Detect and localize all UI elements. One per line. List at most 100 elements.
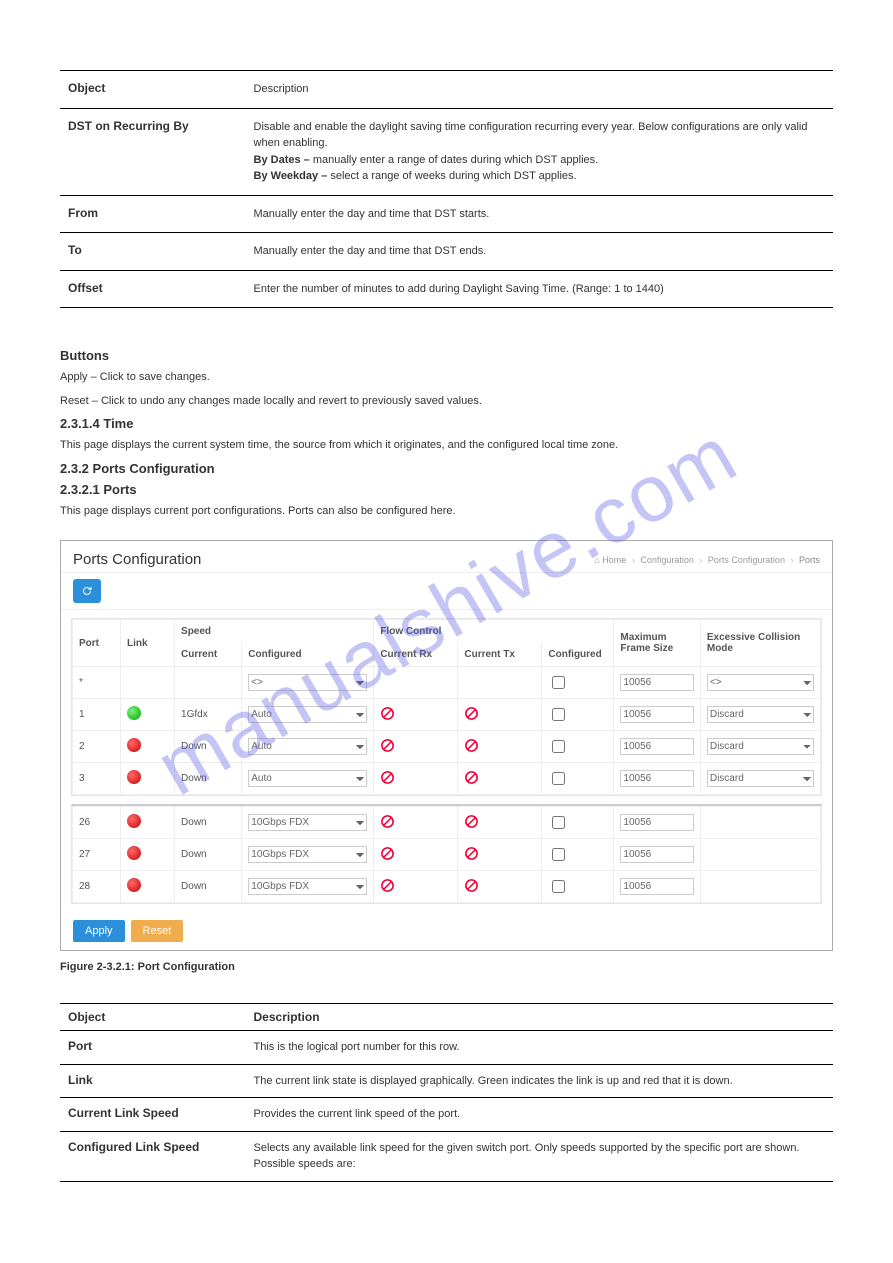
- section-time-heading: 2.3.1.4 Time: [60, 416, 833, 431]
- table-row: Object Description: [60, 71, 833, 109]
- speed-select[interactable]: Auto: [248, 738, 367, 755]
- ports-tbody-b: 26Down10Gbps FDX27Down10Gbps FDX28Down10…: [73, 807, 821, 903]
- link-status-icon: [127, 814, 141, 828]
- speed-current-cell: 1Gfdx: [175, 699, 242, 731]
- ecm-select[interactable]: Discard: [707, 706, 814, 723]
- row-label: Current Link Speed: [60, 1098, 246, 1132]
- disabled-icon: [464, 770, 479, 785]
- crumb-ports: Ports: [799, 555, 820, 565]
- row-label: From: [60, 195, 246, 233]
- speed-current-cell: Down: [175, 871, 242, 903]
- col-flow-rx: Current Rx: [374, 643, 458, 667]
- mfs-cell: [614, 807, 700, 839]
- row-label: Port: [60, 1031, 246, 1065]
- flow-cfg-cell: [542, 871, 614, 903]
- ecm-select[interactable]: Discard: [707, 738, 814, 755]
- speed-select[interactable]: Auto: [248, 770, 367, 787]
- link-status-icon: [127, 706, 141, 720]
- disabled-icon: [464, 846, 479, 861]
- link-cell: [121, 699, 175, 731]
- speed-configured-cell: Auto: [242, 699, 374, 731]
- row-label: Offset: [60, 270, 246, 308]
- crumb-home[interactable]: Home: [602, 555, 626, 565]
- flow-cfg-checkbox[interactable]: [552, 848, 565, 861]
- col-mfs: Maximum Frame Size: [614, 620, 700, 667]
- col-flow-group: Flow Control: [374, 620, 614, 644]
- row-description: Selects any available link speed for the…: [246, 1131, 833, 1181]
- bottom-definitions-table: Object Description Port This is the logi…: [60, 1003, 833, 1182]
- mfs-input[interactable]: [620, 770, 693, 787]
- refresh-icon: [81, 585, 93, 597]
- col-speed-group: Speed: [175, 620, 374, 644]
- flow-cfg-checkbox[interactable]: [552, 740, 565, 753]
- col-port: Port: [73, 620, 121, 667]
- table-row: From Manually enter the day and time tha…: [60, 195, 833, 233]
- object-header: Object: [60, 71, 246, 109]
- mfs-input[interactable]: [620, 674, 693, 691]
- table-row: Port This is the logical port number for…: [60, 1031, 833, 1065]
- flow-cfg-checkbox[interactable]: [552, 676, 565, 689]
- speed-select[interactable]: 10Gbps FDX: [248, 846, 367, 863]
- flow-rx-cell: [374, 667, 458, 699]
- mfs-cell: [614, 731, 700, 763]
- link-status-icon: [127, 846, 141, 860]
- disabled-icon: [464, 814, 479, 829]
- speed-current-cell: Down: [175, 807, 242, 839]
- speed-configured-cell: 10Gbps FDX: [242, 807, 374, 839]
- ecm-select[interactable]: <>: [707, 674, 814, 691]
- flow-rx-cell: [374, 807, 458, 839]
- crumb-portscfg[interactable]: Ports Configuration: [708, 555, 785, 565]
- breadcrumb: ⌂ Home › Configuration › Ports Configura…: [594, 555, 820, 565]
- link-cell: [121, 667, 175, 699]
- speed-select[interactable]: 10Gbps FDX: [248, 814, 367, 831]
- disabled-icon: [464, 738, 479, 753]
- speed-configured-cell: 10Gbps FDX: [242, 839, 374, 871]
- flow-cfg-checkbox[interactable]: [552, 772, 565, 785]
- flow-cfg-checkbox[interactable]: [552, 816, 565, 829]
- flow-tx-cell: [458, 731, 542, 763]
- speed-select[interactable]: Auto: [248, 706, 367, 723]
- flow-tx-cell: [458, 667, 542, 699]
- speed-configured-cell: Auto: [242, 731, 374, 763]
- table-row: Configured Link Speed Selects any availa…: [60, 1131, 833, 1181]
- ecm-cell: Discard: [700, 731, 820, 763]
- speed-select[interactable]: 10Gbps FDX: [248, 878, 367, 895]
- flow-tx-cell: [458, 763, 542, 795]
- mfs-input[interactable]: [620, 738, 693, 755]
- disabled-icon: [380, 770, 395, 785]
- flow-rx-cell: [374, 871, 458, 903]
- disabled-icon: [464, 878, 479, 893]
- flow-cfg-checkbox[interactable]: [552, 708, 565, 721]
- refresh-button[interactable]: [73, 579, 101, 603]
- flow-cfg-cell: [542, 839, 614, 871]
- port-cell: 3: [73, 763, 121, 795]
- disabled-icon: [380, 878, 395, 893]
- disabled-icon: [380, 738, 395, 753]
- ports-table-b: 26Down10Gbps FDX27Down10Gbps FDX28Down10…: [72, 806, 821, 903]
- mfs-cell: [614, 871, 700, 903]
- description-header: Description: [246, 1004, 833, 1031]
- port-cell: 27: [73, 839, 121, 871]
- table-row: 2DownAutoDiscard: [73, 731, 821, 763]
- speed-configured-cell: <>: [242, 667, 374, 699]
- ecm-select[interactable]: Discard: [707, 770, 814, 787]
- reset-button[interactable]: Reset: [131, 920, 184, 942]
- mfs-input[interactable]: [620, 706, 693, 723]
- ecm-cell: [700, 871, 820, 903]
- flow-tx-cell: [458, 699, 542, 731]
- apply-button[interactable]: Apply: [73, 920, 125, 942]
- ecm-cell: Discard: [700, 699, 820, 731]
- top-definitions-table: Object Description DST on Recurring By D…: [60, 70, 833, 308]
- mfs-cell: [614, 667, 700, 699]
- ecm-cell: Discard: [700, 763, 820, 795]
- col-ecm: Excessive Collision Mode: [700, 620, 820, 667]
- link-status-icon: [127, 770, 141, 784]
- mfs-input[interactable]: [620, 814, 693, 831]
- speed-current-cell: Down: [175, 763, 242, 795]
- mfs-input[interactable]: [620, 846, 693, 863]
- crumb-config[interactable]: Configuration: [640, 555, 694, 565]
- speed-configured-cell: 10Gbps FDX: [242, 871, 374, 903]
- mfs-input[interactable]: [620, 878, 693, 895]
- speed-select[interactable]: <>: [248, 674, 367, 691]
- flow-cfg-checkbox[interactable]: [552, 880, 565, 893]
